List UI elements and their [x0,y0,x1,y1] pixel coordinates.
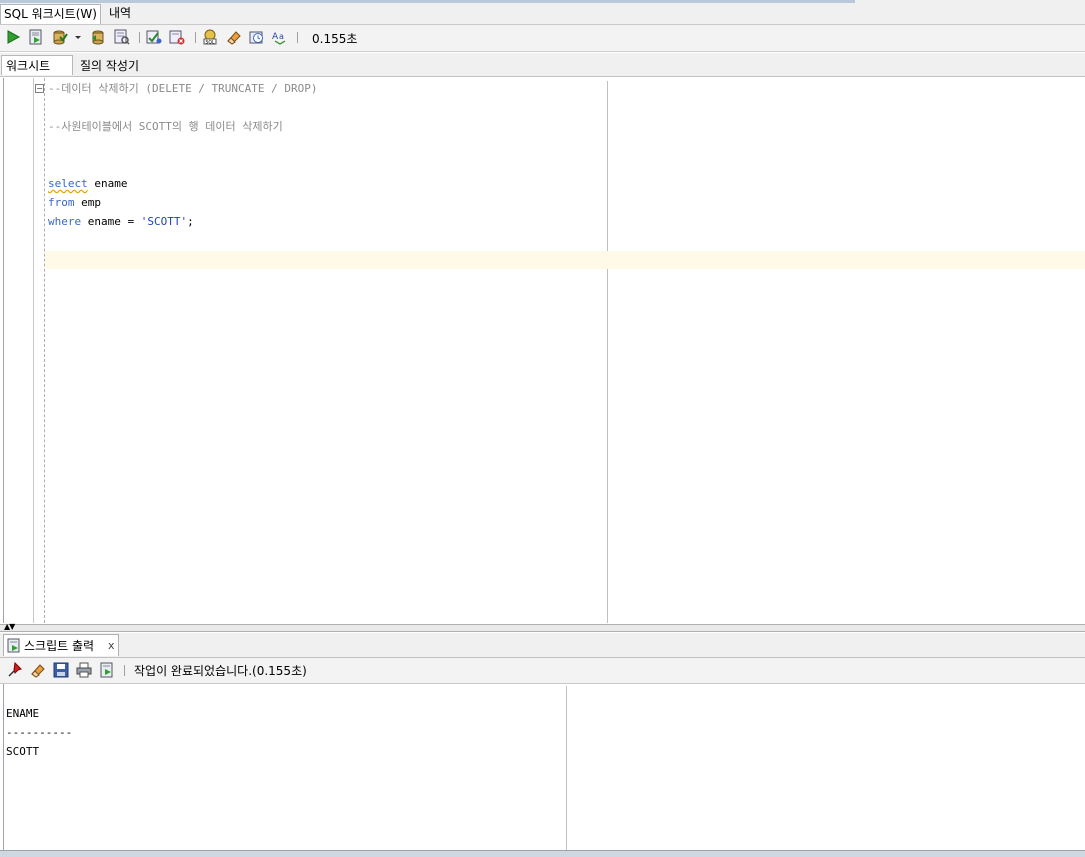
editor-tab-bar: SQL 워크시트(W) 내역 [0,3,1085,25]
splitter-arrows-icon[interactable]: ▲▼ [4,622,15,631]
toolbar-separator [124,665,125,676]
current-line-highlight [45,251,1085,269]
run-statement-icon[interactable] [5,29,21,45]
toolbar-separator [195,32,196,43]
sql-tuning-icon[interactable]: SQL [202,29,218,45]
keyword-where: where [48,215,82,228]
tab-history[interactable]: 내역 [106,4,134,23]
print-icon[interactable] [76,662,92,678]
worksheet-toolbar: SQL Aa 0.155초 [0,25,1085,52]
pin-icon[interactable] [7,662,23,678]
clear-icon[interactable] [169,29,185,45]
svg-text:a: a [279,32,284,41]
eraser-icon[interactable] [226,29,242,45]
keyword-select: select [48,177,88,190]
explain-plan-icon[interactable] [114,29,130,45]
sql-editor[interactable]: − --데이터 삭제하기 (DELETE / TRUNCATE / DROP) … [3,78,1085,623]
code-line-from: from emp [48,196,101,210]
open-file-icon[interactable] [99,662,115,678]
svg-text:SQL: SQL [206,39,215,45]
line-number-gutter [33,78,34,623]
output-margin-guide [566,686,567,850]
code-line-comment: --데이터 삭제하기 (DELETE / TRUNCATE / DROP) [48,82,318,95]
autotrace-icon[interactable] [146,29,162,45]
script-output-area[interactable]: ENAME ---------- SCOTT [3,684,1085,850]
code-text: ename = [81,215,141,228]
code-line-comment: --사원테이블에서 SCOTT의 행 데이터 삭제하기 [48,120,283,133]
tab-sql-worksheet[interactable]: SQL 워크시트(W) [0,4,101,24]
eraser-icon[interactable] [30,662,46,678]
script-output-icon [7,638,20,653]
svg-text:A: A [272,32,279,42]
output-toolbar: 작업이 완료되었습니다.(0.155초) [0,658,1085,684]
worksheet-subtabs: 워크시트 질의 작성기 [0,53,1085,77]
string-literal: 'SCOTT' [140,215,188,228]
tab-worksheet[interactable]: 워크시트 [1,55,73,75]
collapse-fold-icon[interactable]: − [35,84,44,93]
tab-script-output[interactable]: 스크립트 출력 x [3,634,119,656]
code-line-select: select ename [48,177,128,191]
execution-time: 0.155초 [312,32,358,46]
fold-guide [44,78,45,623]
run-script-icon[interactable] [28,29,44,45]
right-margin-guide [607,81,608,623]
commit-icon[interactable] [52,29,68,45]
save-icon[interactable] [53,662,69,678]
code-text: emp [74,196,101,209]
output-tab-bar: 스크립트 출력 x [0,633,1085,658]
panel-splitter[interactable]: ▲▼ [0,622,1085,632]
format-case-icon[interactable]: Aa [272,29,288,45]
result-underline: ---------- [6,726,73,739]
toolbar-separator [297,32,298,43]
result-column-header: ENAME [6,707,40,720]
close-icon[interactable]: x [108,635,115,657]
output-status-text: 작업이 완료되었습니다.(0.155초) [134,664,307,678]
rollback-icon[interactable] [90,29,106,45]
result-row: SCOTT [6,745,40,758]
code-text: ename [87,177,128,190]
tab-query-builder[interactable]: 질의 작성기 [80,56,139,76]
script-output-label: 스크립트 출력 [24,639,95,653]
keyword-from: from [48,196,75,209]
dropdown-arrow-icon[interactable] [73,29,83,45]
history-icon[interactable] [249,29,265,45]
toolbar-separator [139,32,140,43]
code-text: ; [187,215,194,228]
code-line-where: where ename = 'SCOTT'; [48,215,194,229]
